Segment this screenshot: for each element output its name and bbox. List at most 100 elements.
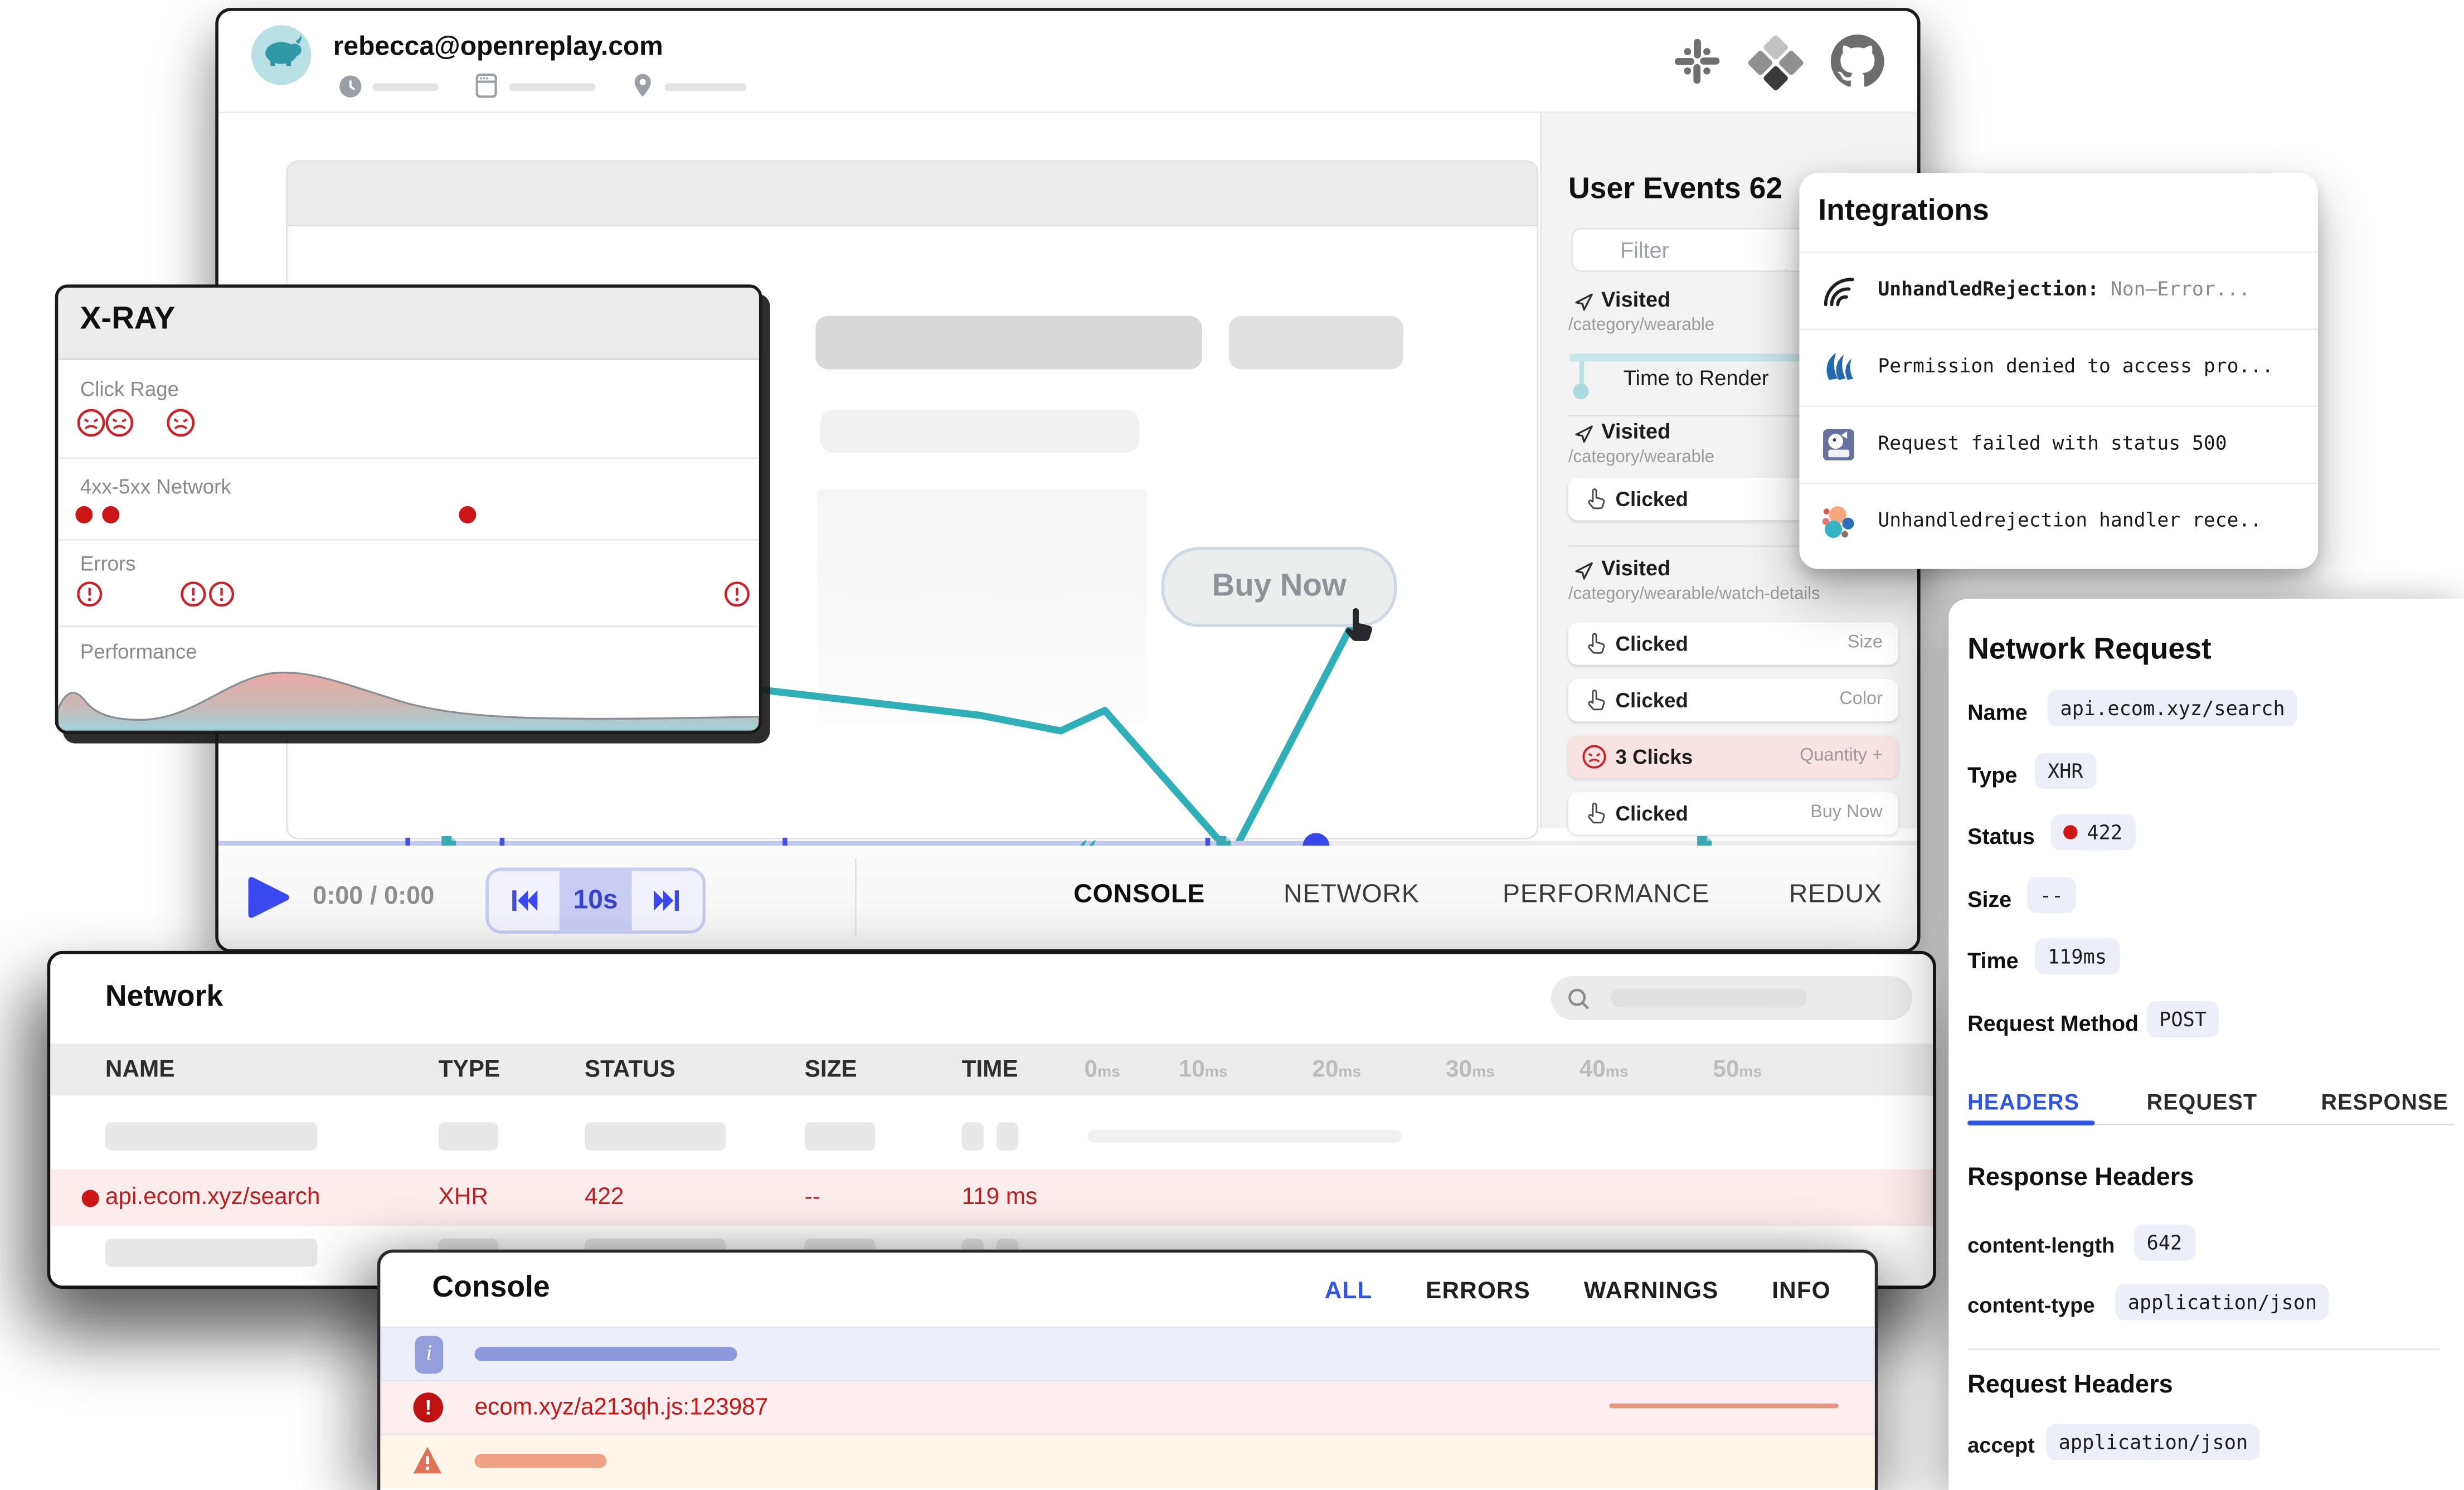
console-tab-errors[interactable]: ERRORS — [1426, 1278, 1530, 1304]
tab-network[interactable]: NETWORK — [1284, 880, 1420, 910]
event-label[interactable]: Visited — [1601, 556, 1670, 580]
header-key: accept — [1967, 1433, 2035, 1457]
integration-item[interactable]: Unhandledrejection handler rece.. — [1799, 483, 2317, 561]
col-status[interactable]: STATUS — [585, 1056, 675, 1083]
event-card[interactable]: ClickedSize — [1568, 623, 1898, 665]
network-search-input[interactable] — [1551, 976, 1913, 1020]
tab-response[interactable]: RESPONSE — [2321, 1089, 2448, 1114]
avatar — [251, 25, 311, 85]
header-value: application/json — [2115, 1284, 2330, 1321]
console-warning-row[interactable] — [380, 1433, 1874, 1488]
user-events-title: User Events 62 — [1568, 173, 1782, 207]
error-icon[interactable] — [75, 580, 104, 608]
hand-pointer-icon — [1582, 486, 1607, 511]
console-error-row[interactable]: ! ecom.xyz/a213qh.js:123987 — [380, 1380, 1874, 1435]
event-label[interactable]: Visited — [1601, 420, 1670, 443]
col-size[interactable]: SIZE — [805, 1056, 857, 1083]
integrations-title: Integrations — [1818, 195, 1989, 230]
tab-headers[interactable]: HEADERS — [1967, 1089, 2079, 1114]
col-name[interactable]: NAME — [105, 1056, 175, 1083]
rage-click-card[interactable]: 3 ClicksQuantity + — [1568, 736, 1898, 778]
playback-time: 0:00 / 0:00 — [313, 884, 434, 912]
event-card[interactable]: ClickedColor — [1568, 679, 1898, 721]
clock-icon — [338, 74, 363, 99]
header-value: 642 — [2134, 1224, 2195, 1260]
console-window: Console ALL ERRORS WARNINGS INFO i ! eco… — [377, 1250, 1878, 1490]
visited-icon — [1573, 560, 1595, 581]
info-icon: i — [415, 1336, 443, 1374]
warning-icon — [412, 1444, 443, 1476]
stage-navbar-skeleton — [288, 162, 1537, 226]
stage-title-skeleton — [815, 316, 1202, 370]
network-error-row[interactable]: api.ecom.xyz/search XHR 422 -- 119 ms — [50, 1169, 1933, 1226]
waves-icon — [1821, 351, 1856, 385]
request-status-value: 422 — [2051, 814, 2135, 851]
event-path: /category/wearable/watch-details — [1568, 585, 1820, 604]
network-error-dot[interactable] — [102, 506, 119, 523]
play-button[interactable] — [247, 876, 291, 920]
browser-skeleton — [509, 83, 596, 91]
stage-subtitle-skeleton — [820, 410, 1139, 453]
integration-item[interactable]: Permission denied to access pro... — [1799, 328, 2317, 407]
error-waterfall-bar — [1609, 1404, 1839, 1408]
tab-redux[interactable]: REDUX — [1789, 880, 1882, 910]
console-info-row[interactable]: i — [380, 1327, 1874, 1382]
rage-face-icon[interactable] — [75, 407, 106, 438]
network-window: Network NAME TYPE STATUS SIZE TIME 0ms 1… — [47, 951, 1936, 1289]
ttr-dot — [1573, 384, 1588, 399]
event-target: Quantity + — [1800, 746, 1883, 765]
hand-pointer-icon — [1582, 630, 1607, 656]
slack-icon[interactable] — [1674, 38, 1721, 85]
event-target: Color — [1839, 690, 1882, 709]
warning-message-skeleton — [475, 1454, 607, 1468]
location-pin-icon — [630, 72, 655, 98]
performance-label: Performance — [80, 640, 197, 663]
field-label: Name — [1967, 700, 2028, 725]
error-icon[interactable] — [207, 580, 236, 608]
event-label[interactable]: Visited — [1601, 288, 1670, 311]
console-tab-warnings[interactable]: WARNINGS — [1584, 1278, 1719, 1304]
header-key: content-length — [1967, 1234, 2115, 1257]
performance-area-chart — [58, 662, 759, 731]
network-errors-label: 4xx-5xx Network — [80, 475, 231, 498]
time-tick: 50ms — [1713, 1056, 1762, 1083]
console-tab-all[interactable]: ALL — [1325, 1278, 1373, 1304]
network-error-dot[interactable] — [459, 506, 476, 523]
error-icon[interactable] — [723, 580, 751, 608]
error-icon[interactable] — [179, 580, 207, 608]
event-path: /category/wearable — [1568, 448, 1714, 467]
jira-icon[interactable] — [1746, 33, 1806, 93]
tab-performance[interactable]: PERFORMANCE — [1503, 880, 1709, 910]
rage-face-icon[interactable] — [104, 407, 135, 438]
console-tab-info[interactable]: INFO — [1772, 1278, 1831, 1304]
network-table-header: NAME TYPE STATUS SIZE TIME 0ms 10ms 20ms… — [50, 1044, 1933, 1095]
rage-face-icon[interactable] — [165, 407, 196, 438]
request-size-value: -- — [2027, 877, 2076, 913]
integration-item[interactable]: Request failed with status 500 — [1799, 405, 2317, 484]
network-request-title: Network Request — [1967, 633, 2212, 668]
field-label: Time — [1967, 948, 2018, 973]
skip-back-button[interactable] — [489, 871, 560, 930]
header-value: application/json — [2046, 1424, 2261, 1460]
skip-forward-button[interactable] — [631, 871, 703, 930]
controls-divider — [855, 858, 857, 937]
event-label[interactable]: Time to Render — [1624, 366, 1769, 390]
tab-console[interactable]: CONSOLE — [1073, 880, 1205, 910]
github-icon[interactable] — [1831, 35, 1884, 88]
time-tick: 40ms — [1580, 1056, 1629, 1083]
errors-label: Errors — [80, 552, 136, 575]
stage-chip-skeleton — [1229, 316, 1403, 370]
hand-pointer-icon — [1582, 687, 1607, 712]
col-type[interactable]: TYPE — [439, 1056, 500, 1083]
info-message-skeleton — [475, 1347, 737, 1361]
header-key: content-type — [1967, 1294, 2094, 1317]
field-label: Size — [1967, 886, 2011, 911]
col-time[interactable]: TIME — [962, 1056, 1018, 1083]
rage-face-icon — [1581, 744, 1608, 770]
event-card[interactable]: ClickedBuy Now — [1568, 792, 1898, 834]
tab-request[interactable]: REQUEST — [2147, 1089, 2258, 1114]
integration-item[interactable]: UnhandledRejection: Non–Error... — [1799, 251, 2317, 330]
visited-icon — [1573, 291, 1595, 313]
network-error-dot[interactable] — [75, 506, 93, 523]
session-header: rebecca@openreplay.com — [218, 11, 1917, 113]
